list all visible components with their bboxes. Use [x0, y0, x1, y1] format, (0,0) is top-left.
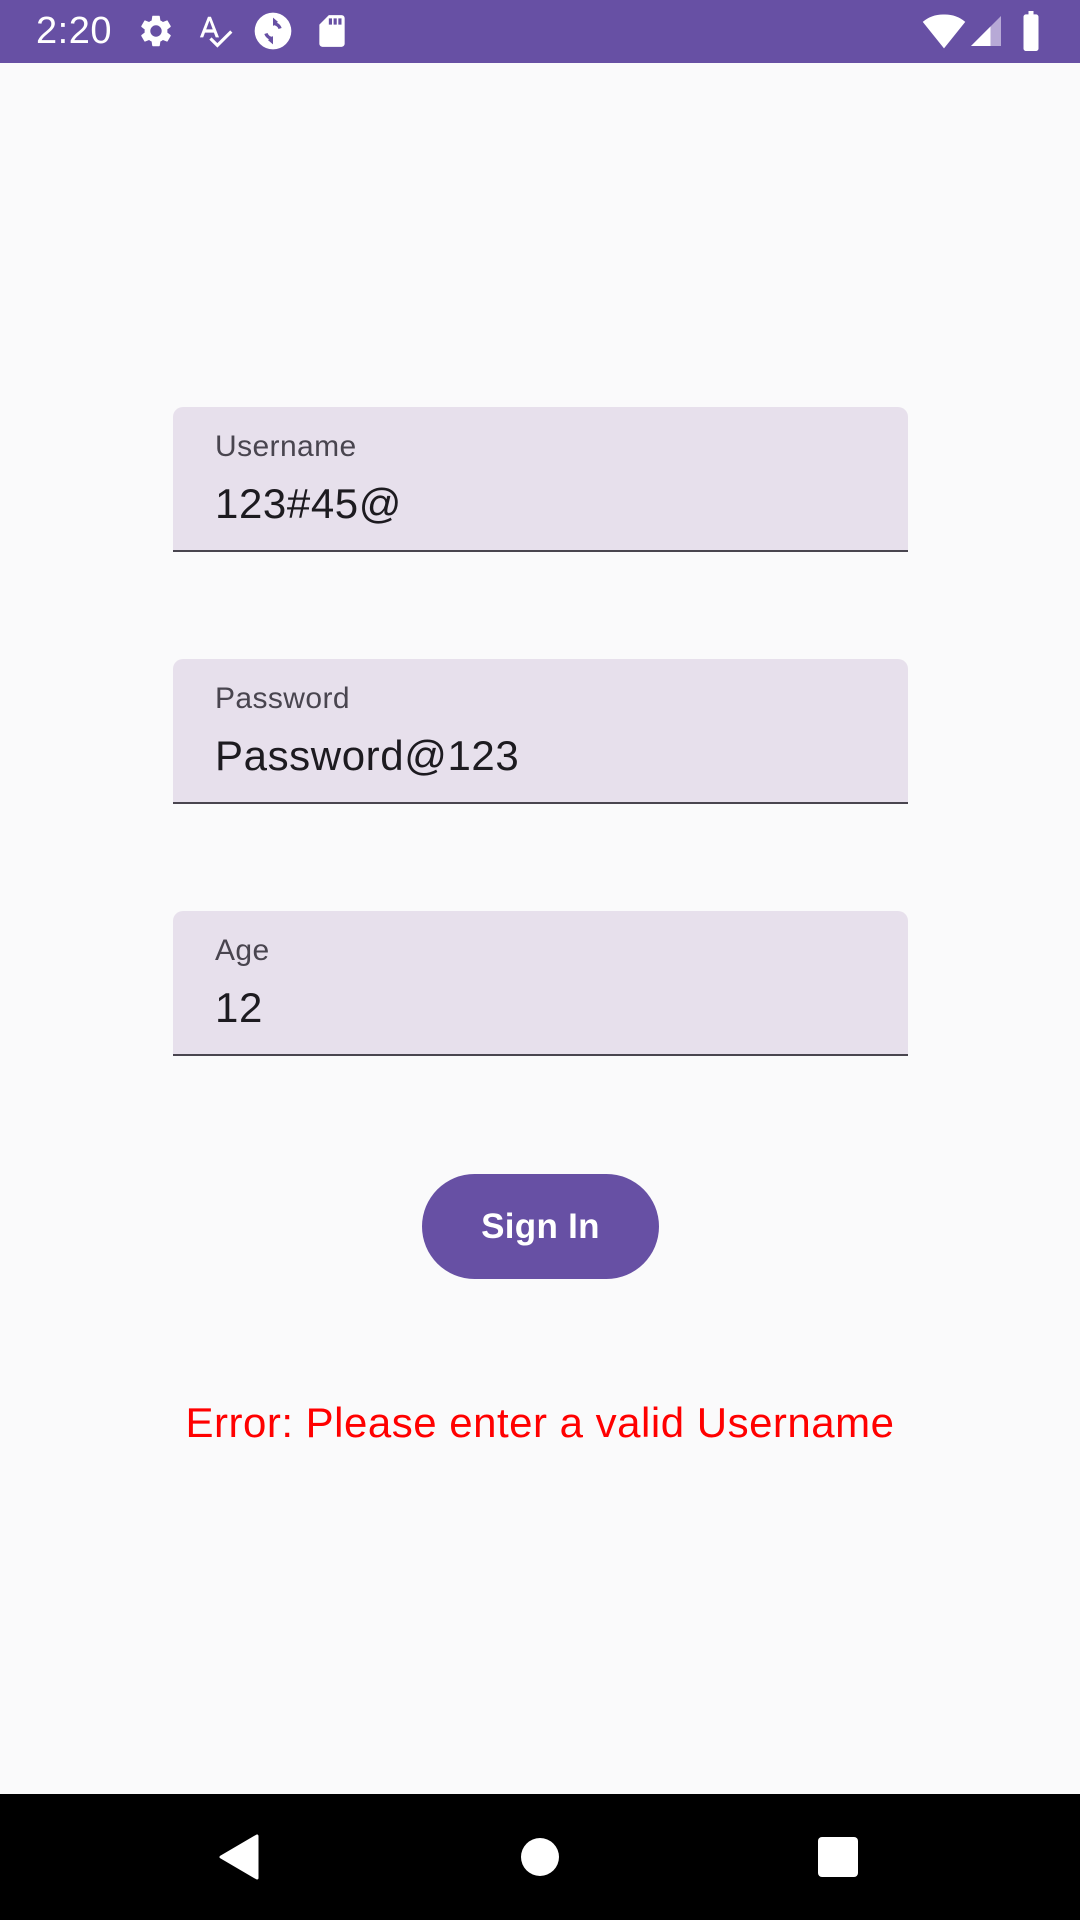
age-field[interactable]: Age 12 [173, 911, 908, 1056]
navigation-bar [0, 1794, 1080, 1920]
text-spellcheck-icon [196, 12, 234, 50]
username-field[interactable]: Username 123#45@ [173, 407, 908, 552]
wifi-icon [922, 9, 966, 53]
password-field[interactable]: Password Password@123 [173, 659, 908, 804]
recents-icon[interactable] [805, 1824, 871, 1890]
battery-icon [1014, 11, 1048, 51]
sd-card-icon [313, 12, 351, 50]
cellular-signal-icon [968, 13, 1004, 49]
age-input-value[interactable]: 12 [215, 983, 263, 1033]
age-label: Age [215, 934, 270, 967]
error-message: Error: Please enter a valid Username [185, 1399, 895, 1446]
username-label: Username [215, 430, 357, 463]
sign-in-button[interactable]: Sign In [422, 1174, 659, 1279]
password-label: Password [215, 682, 350, 715]
username-input-value[interactable]: 123#45@ [215, 479, 402, 529]
password-input-value[interactable]: Password@123 [215, 731, 519, 781]
gear-icon [137, 12, 175, 50]
status-time: 2:20 [36, 10, 112, 52]
back-icon[interactable] [204, 1824, 270, 1890]
home-icon[interactable] [507, 1824, 573, 1890]
status-bar: 2:20 [0, 0, 1080, 63]
sync-circle-icon [253, 11, 293, 51]
